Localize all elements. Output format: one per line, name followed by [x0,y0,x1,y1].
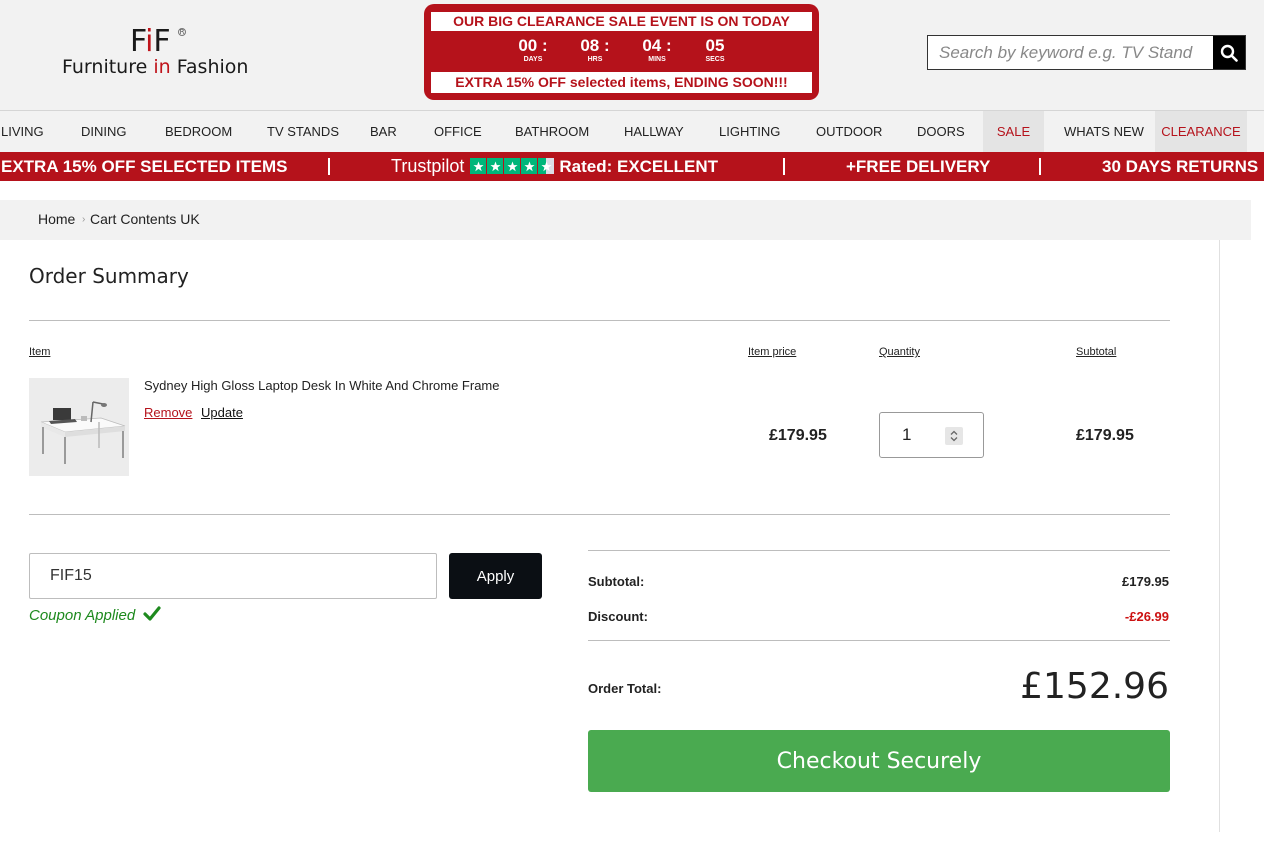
nav-item-whats-new[interactable]: WHATS NEW [1064,111,1144,152]
content-divider [1219,240,1220,832]
product-name[interactable]: Sydney High Gloss Laptop Desk In White A… [144,378,500,393]
coupon-input[interactable] [29,553,437,599]
update-link[interactable]: Update [201,405,243,420]
item-price: £179.95 [769,427,827,444]
subtotal-value: £179.95 [1122,574,1169,589]
discount-value: -£26.99 [1124,609,1169,624]
site-logo[interactable]: FiF R Furniture in Fashion [62,26,252,80]
column-header-item[interactable]: Item [29,346,50,358]
countdown-days: 00 : DAYS [518,36,548,63]
nav-item-living[interactable]: LIVING [1,111,44,152]
column-header-price[interactable]: Item price [748,346,796,358]
promo-free-delivery[interactable]: +FREE DELIVERY [846,152,990,181]
registered-icon: R [178,28,186,36]
column-header-subtotal[interactable]: Subtotal [1076,346,1116,358]
breadcrumb-current: Cart Contents UK [90,211,200,227]
trustpilot-stars [470,158,555,175]
nav-item-doors[interactable]: DOORS [917,111,965,152]
breadcrumb-home[interactable]: Home [38,211,75,227]
nav-item-bar[interactable]: BAR [370,111,397,152]
nav-item-dining[interactable]: DINING [81,111,127,152]
star-icon [521,158,538,175]
search-icon [1220,44,1238,62]
discount-label: Discount: [588,609,648,624]
nav-item-clearance[interactable]: CLEARANCE [1155,111,1247,152]
sale-subtitle: EXTRA 15% OFF selected items, ENDING SOO… [431,72,812,93]
nav-item-hallway[interactable]: HALLWAY [624,111,684,152]
apply-coupon-button[interactable]: Apply [449,553,542,599]
divider [29,514,1170,515]
countdown-mins: 04 : MINS [642,36,672,63]
nav-item-bedroom[interactable]: BEDROOM [165,111,232,152]
breadcrumb-separator: › [82,214,86,225]
logo-wordmark: Furniture in Fashion [62,56,249,78]
nav-item-tv-stands[interactable]: TV STANDS [267,111,339,152]
desk-illustration [29,378,129,476]
coupon-status: Coupon Applied [29,607,136,624]
quantity-value[interactable]: 1 [902,425,911,445]
logo-mark: FiF [130,24,171,59]
page-title: Order Summary [29,264,189,288]
checkout-button[interactable]: Checkout Securely [588,730,1170,792]
quantity-stepper[interactable]: 1 [879,412,984,458]
divider [588,640,1170,641]
countdown-secs: 05 SECS [705,36,725,63]
countdown-hours: 08 : HRS [580,36,610,63]
subtotal-label: Subtotal: [588,574,645,589]
nav-item-office[interactable]: OFFICE [434,111,482,152]
checkmark-icon [143,606,161,621]
trustpilot-label: Trustpilot [391,156,465,176]
order-total-value: £152.96 [1020,666,1169,707]
sale-countdown-banner[interactable]: OUR BIG CLEARANCE SALE EVENT IS ON TODAY… [424,4,819,100]
nav-item-lighting[interactable]: LIGHTING [719,111,780,152]
search-button[interactable] [1213,36,1245,69]
search-bar [927,35,1246,70]
nav-item-outdoor[interactable]: OUTDOOR [816,111,882,152]
star-icon [504,158,521,175]
remove-link[interactable]: Remove [144,405,192,420]
star-icon [487,158,504,175]
spinner-arrows-icon [950,430,958,442]
promo-divider [328,158,330,175]
promo-returns[interactable]: 30 DAYS RETURNS [1102,152,1258,181]
countdown-timer: 00 : DAYS 08 : HRS 04 : MINS 05 SECS [424,34,819,70]
breadcrumb: Home › Cart Contents UK [0,200,1251,240]
promo-trustpilot[interactable]: Trustpilot Rated: EXCELLENT [391,152,718,181]
search-input[interactable] [928,36,1214,69]
item-subtotal: £179.95 [1076,427,1134,444]
half-star-icon [538,158,555,175]
quantity-spinner[interactable] [945,427,963,445]
site-header: FiF R Furniture in Fashion OUR BIG CLEAR… [0,0,1264,110]
trustpilot-rating: Rated: EXCELLENT [559,157,719,176]
nav-item-bathroom[interactable]: BATHROOM [515,111,589,152]
column-header-quantity[interactable]: Quantity [879,346,920,358]
product-image[interactable] [29,378,129,476]
sale-title: OUR BIG CLEARANCE SALE EVENT IS ON TODAY [431,12,812,31]
star-icon [470,158,487,175]
nav-item-sale[interactable]: SALE [983,111,1044,152]
order-total-label: Order Total: [588,681,662,696]
divider [29,320,1170,321]
main-nav: LIVING DINING BEDROOM TV STANDS BAR OFFI… [0,110,1264,152]
promo-extra-off[interactable]: EXTRA 15% OFF SELECTED ITEMS [1,152,288,181]
divider [588,550,1170,551]
promo-bar: EXTRA 15% OFF SELECTED ITEMS Trustpilot … [0,152,1264,181]
promo-divider [783,158,785,175]
promo-divider [1039,158,1041,175]
